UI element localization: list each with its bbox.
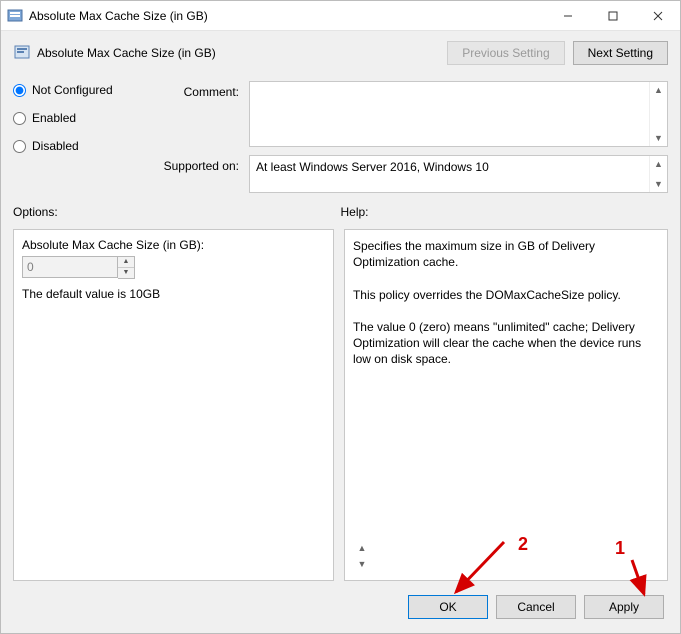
- footer-buttons: OK Cancel Apply: [13, 587, 668, 623]
- supported-scroll[interactable]: ▲ ▼: [649, 156, 667, 192]
- option-note: The default value is 10GB: [22, 287, 325, 301]
- radio-enabled-label: Enabled: [32, 111, 76, 125]
- scroll-up-icon[interactable]: ▲: [650, 156, 667, 172]
- supported-value: At least Windows Server 2016, Windows 10: [250, 156, 649, 192]
- help-pane: Specifies the maximum size in GB of Deli…: [344, 229, 668, 581]
- page-title: Absolute Max Cache Size (in GB): [37, 46, 216, 60]
- comment-label: Comment:: [159, 81, 239, 147]
- options-pane: Absolute Max Cache Size (in GB): ▲ ▼ The…: [13, 229, 334, 581]
- cache-size-input[interactable]: [22, 256, 118, 278]
- radio-enabled-input[interactable]: [13, 112, 26, 125]
- apply-button[interactable]: Apply: [584, 595, 664, 619]
- scroll-up-icon[interactable]: ▲: [353, 540, 371, 556]
- minimize-button[interactable]: [545, 1, 590, 30]
- close-button[interactable]: [635, 1, 680, 30]
- config-radio-group: Not Configured Enabled Disabled: [13, 81, 143, 193]
- content-area: Absolute Max Cache Size (in GB) Previous…: [1, 31, 680, 633]
- help-paragraph: The value 0 (zero) means "unlimited" cac…: [353, 319, 659, 368]
- scroll-down-icon[interactable]: ▼: [353, 556, 371, 572]
- spinner-up-button[interactable]: ▲: [118, 257, 134, 268]
- spinner-control[interactable]: ▲ ▼: [22, 256, 325, 279]
- supported-row: Supported on: At least Windows Server 20…: [159, 155, 668, 193]
- comment-textarea[interactable]: ▲ ▼: [249, 81, 668, 147]
- spinner-buttons: ▲ ▼: [118, 256, 135, 279]
- help-label: Help:: [341, 205, 669, 219]
- help-paragraph: Specifies the maximum size in GB of Deli…: [353, 238, 659, 270]
- radio-disabled[interactable]: Disabled: [13, 139, 143, 153]
- scroll-down-icon[interactable]: ▼: [650, 176, 667, 192]
- titlebar: Absolute Max Cache Size (in GB): [1, 1, 680, 31]
- previous-setting-button[interactable]: Previous Setting: [447, 41, 564, 65]
- radio-not-configured[interactable]: Not Configured: [13, 83, 143, 97]
- cancel-button[interactable]: Cancel: [496, 595, 576, 619]
- radio-disabled-input[interactable]: [13, 140, 26, 153]
- radio-not-configured-input[interactable]: [13, 84, 26, 97]
- ok-button[interactable]: OK: [408, 595, 488, 619]
- meta-column: Comment: ▲ ▼ Supported on: At least Wind…: [159, 81, 668, 193]
- scroll-up-icon[interactable]: ▲: [650, 82, 667, 98]
- help-text: Specifies the maximum size in GB of Deli…: [353, 238, 659, 540]
- options-label: Options:: [13, 205, 341, 219]
- gpo-dialog-window: Absolute Max Cache Size (in GB) Absolute…: [0, 0, 681, 634]
- supported-textarea: At least Windows Server 2016, Windows 10…: [249, 155, 668, 193]
- supported-label: Supported on:: [159, 155, 239, 193]
- help-paragraph: This policy overrides the DOMaxCacheSize…: [353, 287, 659, 303]
- radio-not-configured-label: Not Configured: [32, 83, 113, 97]
- comment-value: [250, 82, 649, 146]
- option-field-label: Absolute Max Cache Size (in GB):: [22, 238, 325, 252]
- policy-icon: [13, 44, 31, 62]
- pane-labels: Options: Help:: [13, 205, 668, 219]
- spinner-down-button[interactable]: ▼: [118, 268, 134, 279]
- comment-scroll[interactable]: ▲ ▼: [649, 82, 667, 146]
- app-icon: [7, 8, 23, 24]
- window-title: Absolute Max Cache Size (in GB): [29, 9, 545, 23]
- scroll-down-icon[interactable]: ▼: [650, 130, 667, 146]
- config-row: Not Configured Enabled Disabled Comment:: [13, 81, 668, 193]
- radio-enabled[interactable]: Enabled: [13, 111, 143, 125]
- maximize-button[interactable]: [590, 1, 635, 30]
- next-setting-button[interactable]: Next Setting: [573, 41, 668, 65]
- comment-row: Comment: ▲ ▼: [159, 81, 668, 147]
- header-row: Absolute Max Cache Size (in GB) Previous…: [13, 41, 668, 65]
- page-title-wrap: Absolute Max Cache Size (in GB): [13, 44, 447, 62]
- panes-row: Absolute Max Cache Size (in GB): ▲ ▼ The…: [13, 229, 668, 581]
- radio-disabled-label: Disabled: [32, 139, 79, 153]
- nav-buttons: Previous Setting Next Setting: [447, 41, 668, 65]
- help-scroll[interactable]: ▲ ▼: [353, 540, 371, 572]
